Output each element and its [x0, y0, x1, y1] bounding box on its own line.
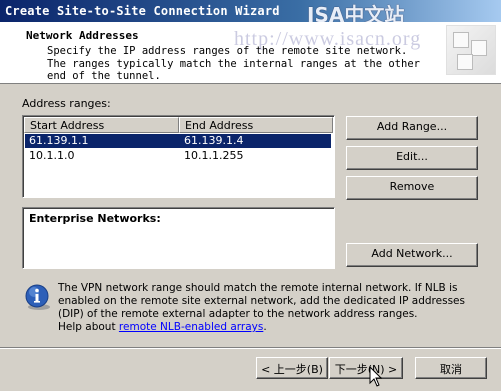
- start-address-cell: 10.1.1.0: [29, 149, 75, 162]
- edit-button[interactable]: Edit...: [346, 146, 478, 170]
- end-address-cell: 10.1.1.255: [184, 149, 244, 162]
- footer-divider: [0, 347, 501, 349]
- address-ranges-list[interactable]: Start Address End Address 61.139.1.1 61.…: [22, 115, 335, 198]
- add-range-label: Add Range...: [376, 120, 448, 133]
- add-network-button[interactable]: Add Network...: [346, 243, 478, 267]
- info-message: The VPN network range should match the r…: [58, 282, 488, 334]
- back-button[interactable]: < 上一步(B): [256, 357, 328, 379]
- watermark-url: http://www.isacn.org: [234, 28, 422, 50]
- remove-label: Remove: [389, 180, 435, 193]
- end-address-cell: 61.139.1.4: [184, 134, 244, 147]
- nlb-help-link[interactable]: remote NLB-enabled arrays: [119, 321, 263, 333]
- enterprise-networks-label: Enterprise Networks:: [29, 212, 161, 225]
- next-button[interactable]: 下一步(N) >: [329, 357, 403, 379]
- start-address-cell: 61.139.1.1: [29, 134, 89, 147]
- add-network-label: Add Network...: [371, 247, 453, 260]
- back-label: < 上一步(B): [261, 363, 323, 376]
- enterprise-networks-list[interactable]: Enterprise Networks:: [22, 207, 335, 269]
- mouse-cursor-icon: [369, 366, 383, 387]
- column-header-start[interactable]: Start Address: [24, 117, 179, 133]
- info-text: The VPN network range should match the r…: [58, 282, 465, 320]
- add-range-button[interactable]: Add Range...: [346, 116, 478, 140]
- wizard-graphic-icon: [446, 25, 496, 75]
- window-title: Create Site-to-Site Connection Wizard: [5, 4, 280, 18]
- page-title: Network Addresses: [26, 29, 139, 42]
- cancel-button[interactable]: 取消: [415, 357, 487, 379]
- table-row[interactable]: 10.1.1.0 10.1.1.255: [25, 149, 331, 163]
- column-header-end[interactable]: End Address: [179, 117, 333, 133]
- info-icon: [25, 284, 50, 310]
- cancel-label: 取消: [440, 363, 462, 376]
- help-prefix: Help about: [58, 321, 116, 333]
- table-row[interactable]: 61.139.1.1 61.139.1.4: [25, 134, 331, 148]
- remove-button[interactable]: Remove: [346, 176, 478, 200]
- edit-label: Edit...: [396, 150, 428, 163]
- address-ranges-label: Address ranges:: [22, 97, 111, 110]
- next-label: 下一步(N) >: [334, 363, 398, 376]
- title-bar[interactable]: Create Site-to-Site Connection Wizard IS…: [0, 0, 501, 27]
- help-suffix: .: [263, 321, 267, 333]
